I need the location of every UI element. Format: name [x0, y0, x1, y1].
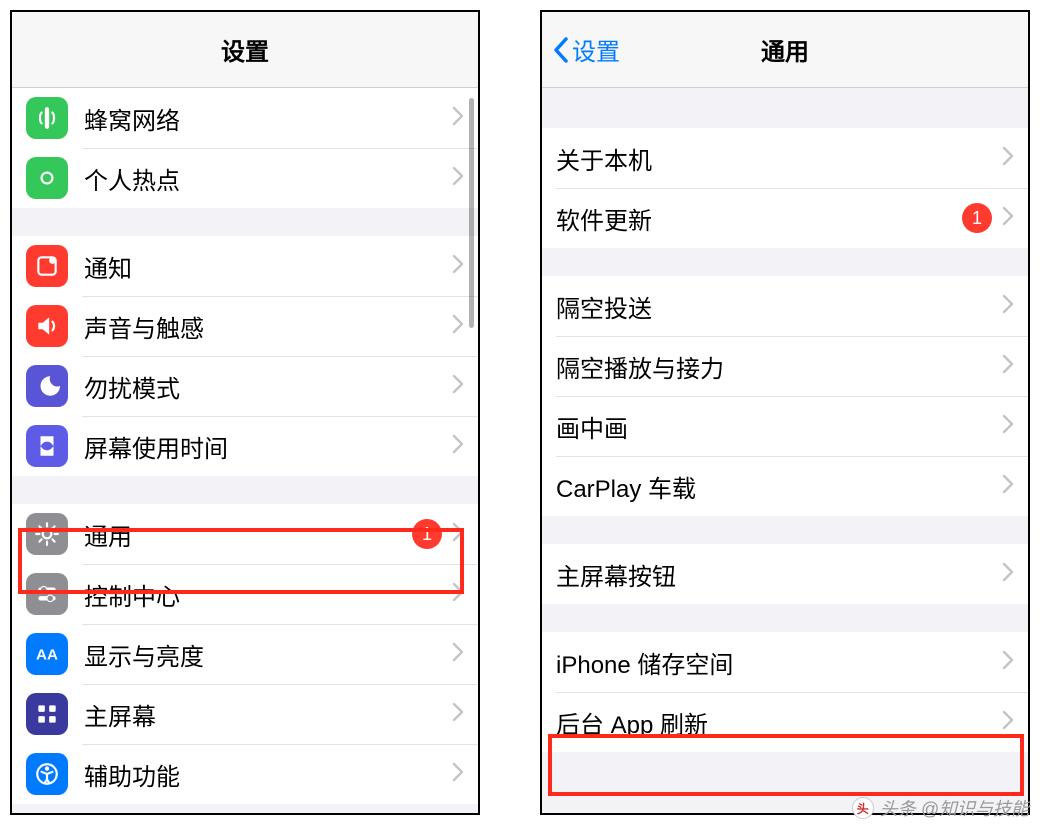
- accessibility-icon: [26, 753, 68, 795]
- row-dnd[interactable]: 勿扰模式: [12, 356, 478, 416]
- row-label: 软件更新: [556, 201, 962, 236]
- general-list: 关于本机 软件更新 1 隔空投送 隔空播放与接力 画中画: [542, 128, 1028, 752]
- row-label: CarPlay 车载: [556, 469, 1002, 504]
- homescreen-icon: [26, 693, 68, 735]
- watermark: 头 头条 @知识与技能: [852, 795, 1029, 821]
- back-button[interactable]: 设置: [542, 32, 620, 67]
- row-carplay[interactable]: CarPlay 车载: [542, 456, 1028, 516]
- general-group: 隔空投送 隔空播放与接力 画中画 CarPlay 车载: [542, 276, 1028, 516]
- chevron-right-icon: [452, 522, 464, 547]
- hotspot-icon: [26, 157, 68, 199]
- display-icon: AA: [26, 633, 68, 675]
- scrollbar[interactable]: [469, 98, 474, 328]
- settings-screen: 设置 蜂窝网络 个人热点: [10, 10, 480, 815]
- settings-group: 通知 声音与触感 勿扰模式 屏幕使用时间: [12, 236, 478, 476]
- row-label: 隔空播放与接力: [556, 349, 1002, 384]
- row-label: 主屏幕按钮: [556, 557, 1002, 592]
- row-label: 画中画: [556, 409, 1002, 444]
- chevron-right-icon: [1002, 354, 1014, 379]
- row-label: 屏幕使用时间: [84, 429, 452, 464]
- row-homebutton[interactable]: 主屏幕按钮: [542, 544, 1028, 604]
- general-screen: 设置 通用 关于本机 软件更新 1 隔空投送 隔空播放与接力: [540, 10, 1030, 815]
- watermark-text: 头条 @知识与技能: [880, 795, 1029, 821]
- settings-header: 设置: [12, 12, 478, 88]
- row-accessibility[interactable]: 辅助功能: [12, 744, 478, 804]
- row-notifications[interactable]: 通知: [12, 236, 478, 296]
- settings-group: 通用 1 控制中心 AA 显示与亮度: [12, 504, 478, 804]
- badge: 1: [962, 203, 992, 233]
- notifications-icon: [26, 245, 68, 287]
- row-airdrop[interactable]: 隔空投送: [542, 276, 1028, 336]
- chevron-right-icon: [452, 582, 464, 607]
- chevron-right-icon: [452, 166, 464, 191]
- chevron-right-icon: [452, 702, 464, 727]
- row-label: 辅助功能: [84, 757, 452, 792]
- watermark-icon: 头: [852, 797, 874, 819]
- general-header: 设置 通用: [542, 12, 1028, 88]
- general-icon: [26, 513, 68, 555]
- row-label: 通知: [84, 249, 452, 284]
- row-label: 控制中心: [84, 577, 452, 612]
- chevron-right-icon: [1002, 206, 1014, 231]
- row-hotspot[interactable]: 个人热点: [12, 148, 478, 208]
- row-cellular[interactable]: 蜂窝网络: [12, 88, 478, 148]
- chevron-right-icon: [452, 642, 464, 667]
- general-group: iPhone 储存空间 后台 App 刷新: [542, 632, 1028, 752]
- chevron-right-icon: [1002, 294, 1014, 319]
- row-update[interactable]: 软件更新 1: [542, 188, 1028, 248]
- chevron-right-icon: [1002, 146, 1014, 171]
- chevron-right-icon: [1002, 414, 1014, 439]
- row-sounds[interactable]: 声音与触感: [12, 296, 478, 356]
- row-label: 个人热点: [84, 161, 452, 196]
- chevron-right-icon: [452, 106, 464, 131]
- chevron-right-icon: [452, 254, 464, 279]
- row-airplay[interactable]: 隔空播放与接力: [542, 336, 1028, 396]
- row-storage[interactable]: iPhone 储存空间: [542, 632, 1028, 692]
- row-label: 勿扰模式: [84, 369, 452, 404]
- general-group: 关于本机 软件更新 1: [542, 128, 1028, 248]
- row-label: iPhone 储存空间: [556, 645, 1002, 680]
- row-pip[interactable]: 画中画: [542, 396, 1028, 456]
- chevron-right-icon: [452, 434, 464, 459]
- row-label: 隔空投送: [556, 289, 1002, 324]
- chevron-right-icon: [1002, 710, 1014, 735]
- row-display[interactable]: AA 显示与亮度: [12, 624, 478, 684]
- row-about[interactable]: 关于本机: [542, 128, 1028, 188]
- chevron-right-icon: [1002, 650, 1014, 675]
- screentime-icon: [26, 425, 68, 467]
- sounds-icon: [26, 305, 68, 347]
- chevron-right-icon: [452, 314, 464, 339]
- back-label: 设置: [572, 32, 620, 67]
- chevron-right-icon: [452, 374, 464, 399]
- chevron-right-icon: [1002, 474, 1014, 499]
- dnd-icon: [26, 365, 68, 407]
- row-label: 通用: [84, 517, 412, 552]
- general-group: 主屏幕按钮: [542, 544, 1028, 604]
- row-label: 后台 App 刷新: [556, 705, 1002, 740]
- row-label: 主屏幕: [84, 697, 452, 732]
- badge: 1: [412, 519, 442, 549]
- chevron-right-icon: [452, 762, 464, 787]
- row-label: 蜂窝网络: [84, 101, 452, 136]
- settings-list: 蜂窝网络 个人热点 通知: [12, 88, 478, 804]
- chevron-right-icon: [1002, 562, 1014, 587]
- controlcenter-icon: [26, 573, 68, 615]
- svg-text:AA: AA: [36, 646, 58, 663]
- row-general[interactable]: 通用 1: [12, 504, 478, 564]
- settings-group: 蜂窝网络 个人热点: [12, 88, 478, 208]
- settings-title: 设置: [12, 32, 478, 67]
- row-screentime[interactable]: 屏幕使用时间: [12, 416, 478, 476]
- row-label: 显示与亮度: [84, 637, 452, 672]
- row-bgrefresh[interactable]: 后台 App 刷新: [542, 692, 1028, 752]
- row-controlcenter[interactable]: 控制中心: [12, 564, 478, 624]
- row-homescreen[interactable]: 主屏幕: [12, 684, 478, 744]
- cellular-icon: [26, 97, 68, 139]
- row-label: 关于本机: [556, 141, 1002, 176]
- row-label: 声音与触感: [84, 309, 452, 344]
